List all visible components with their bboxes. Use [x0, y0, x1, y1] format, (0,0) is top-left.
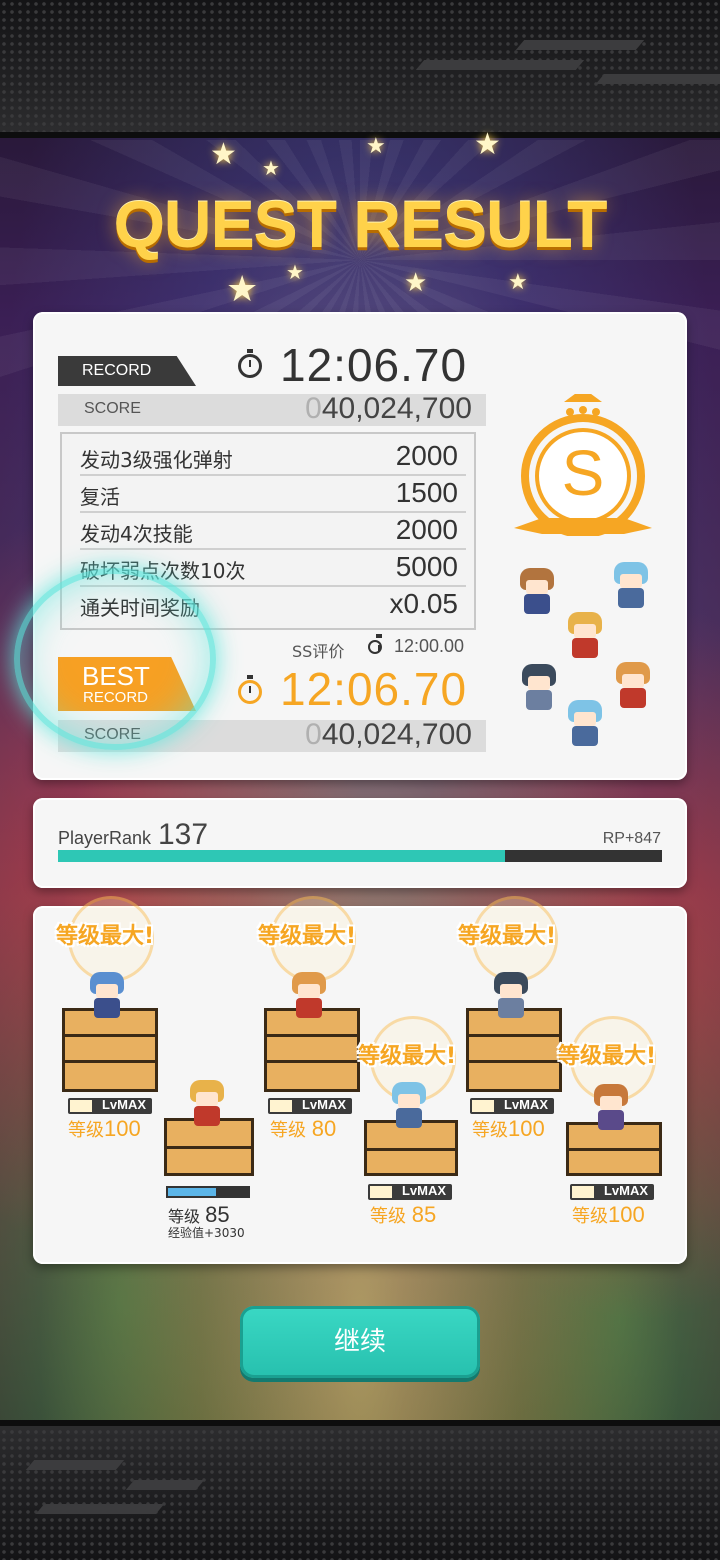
record-score-bar: SCORE 040,024,700 [58, 392, 486, 426]
rp-gain: RP+847 [602, 830, 661, 847]
bonus-row: 发动4次技能 2000 [80, 512, 466, 550]
star-icon: ★ [474, 127, 501, 162]
player-rank-progress-bar [58, 850, 662, 862]
star-icon: ★ [210, 137, 237, 172]
continue-button[interactable]: 继续 [240, 1306, 480, 1378]
lvmax-badge: LvMAX [470, 1097, 554, 1114]
bottom-band [0, 1420, 720, 1560]
ss-rating-time: 12:00.00 [394, 636, 465, 656]
ss-rating-label: SS评价 [292, 642, 345, 661]
player-rank-progress-fill [58, 850, 505, 862]
max-level-label: 等级最大! [258, 924, 357, 949]
exp-progress-fill [168, 1188, 216, 1196]
character-sprite [562, 610, 608, 662]
player-rank-label: PlayerRank [58, 828, 152, 848]
max-level-label: 等级最大! [558, 1044, 657, 1069]
max-level-label: 等级最大! [56, 924, 155, 949]
max-level-label: 等级最大! [358, 1044, 457, 1069]
stopwatch-icon [238, 675, 262, 704]
exp-progress-bar [166, 1186, 250, 1198]
player-rank-value: 137 [158, 818, 209, 851]
score-label: SCORE [84, 400, 141, 417]
sparkle-effect [14, 568, 216, 750]
party-character-sprite [84, 970, 130, 1022]
stopwatch-icon [368, 634, 382, 654]
party-character-sprite [386, 1080, 432, 1132]
member-level: 等级100 [68, 1116, 141, 1141]
party-character-sprite [286, 970, 332, 1022]
party-character-sprite [588, 1082, 634, 1134]
bonus-row: 复活 1500 [80, 475, 466, 513]
lvmax-badge: LvMAX [368, 1183, 452, 1200]
character-sprite [562, 698, 608, 750]
character-sprite [516, 662, 562, 714]
star-icon: ★ [262, 156, 280, 180]
star-icon: ★ [366, 134, 386, 159]
rank-s-emblem: S [512, 388, 654, 538]
max-level-label: 等级最大! [458, 924, 557, 949]
member-level: 等级 80 [270, 1116, 337, 1141]
member-level: 等级100 [472, 1116, 545, 1141]
best-score-value: 040,024,700 [305, 718, 472, 751]
lvmax-badge: LvMAX [268, 1097, 352, 1114]
character-sprite [610, 660, 656, 712]
character-sprite [514, 566, 560, 618]
character-sprite [608, 560, 654, 612]
member-level: 等级100 [572, 1202, 645, 1227]
party-character-sprite [184, 1078, 230, 1130]
member-level: 等级 85 [370, 1202, 437, 1227]
exp-gain: 经验值+3030 [168, 1226, 245, 1240]
star-icon: ★ [508, 270, 528, 295]
record-score-value: 040,024,700 [305, 392, 472, 425]
top-band [0, 0, 720, 138]
bonus-row: 发动3级强化弹射 2000 [80, 438, 466, 476]
rank-letter: S [561, 437, 605, 509]
record-time: 12:06.70 [280, 339, 468, 391]
lvmax-badge: LvMAX [570, 1183, 654, 1200]
star-icon: ★ [404, 268, 428, 298]
star-icon: ★ [286, 260, 304, 284]
party-character-sprite [488, 970, 534, 1022]
record-tag: RECORD [58, 356, 196, 386]
quest-result-title: QUEST RESULT [113, 187, 608, 261]
star-icon: ★ [226, 269, 259, 310]
best-time: 12:06.70 [280, 663, 468, 715]
stopwatch-icon [238, 349, 262, 378]
lvmax-badge: LvMAX [68, 1097, 152, 1114]
